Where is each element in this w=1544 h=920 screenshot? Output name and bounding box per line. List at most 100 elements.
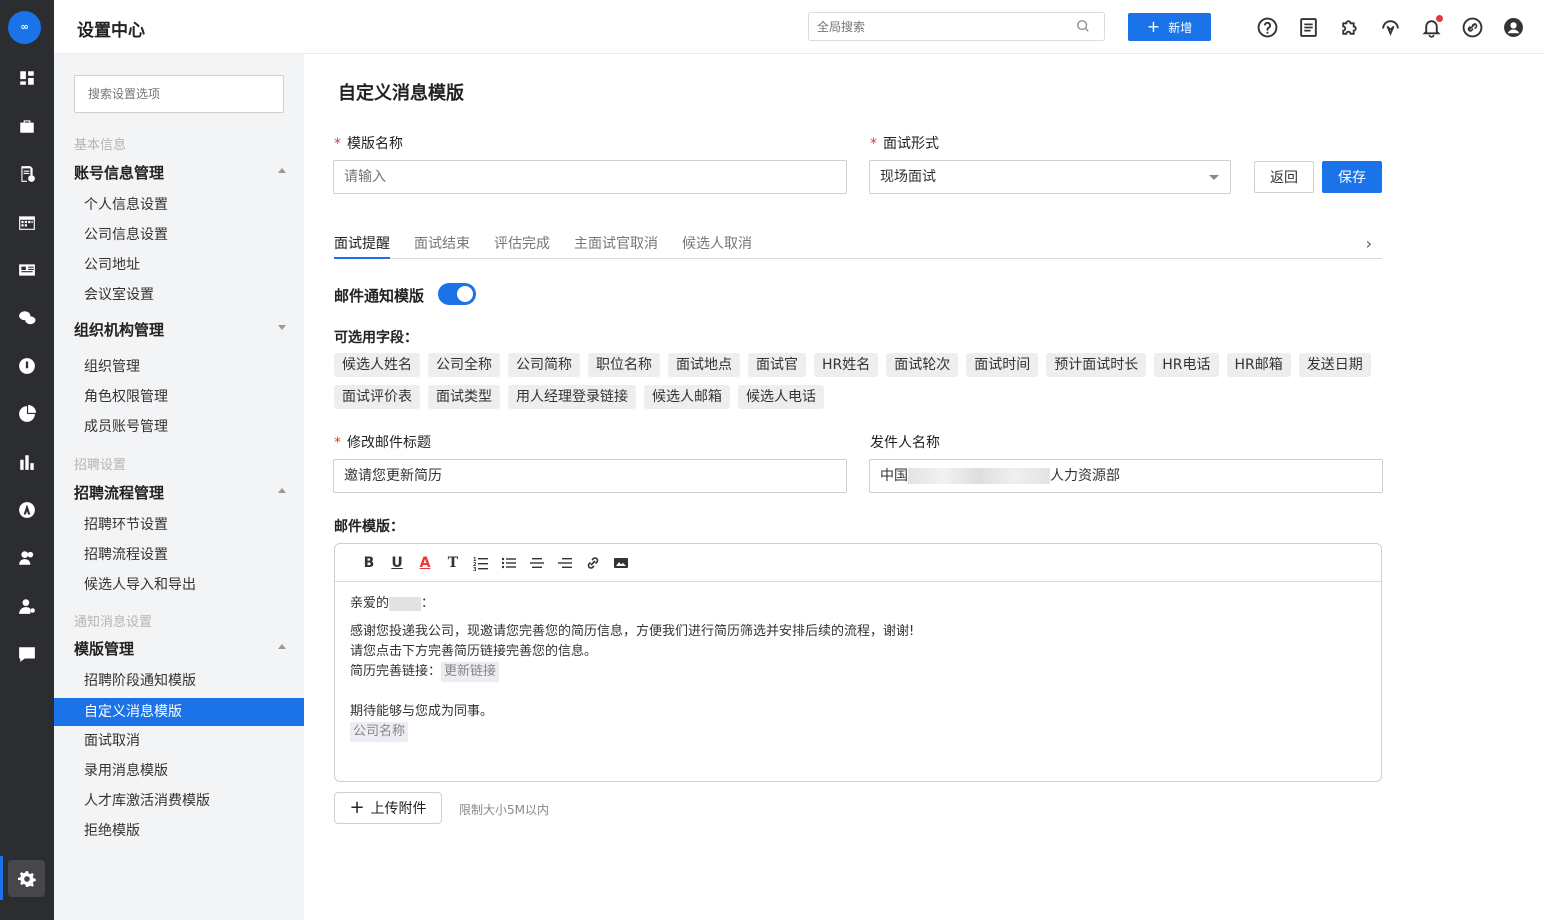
sender-input[interactable]: 中国 人力资源部 <box>869 459 1383 493</box>
global-search-input[interactable] <box>808 12 1105 41</box>
save-button[interactable]: 保存 <box>1322 161 1382 193</box>
app-logo-icon[interactable]: ∞ <box>8 11 41 44</box>
subject-input[interactable]: 邀请您更新简历 <box>333 459 847 493</box>
pie-chart-icon[interactable] <box>15 402 39 426</box>
email-company-line: 公司名称 <box>350 722 1366 742</box>
field-chip[interactable]: 面试类型 <box>428 385 500 409</box>
field-chip[interactable]: 用人经理登录链接 <box>508 385 636 409</box>
image-insert-icon[interactable] <box>613 555 629 571</box>
font-size-icon[interactable]: T <box>445 555 461 571</box>
sidebar-item-company-info[interactable]: 公司信息设置 <box>54 221 304 249</box>
field-chip[interactable]: 候选人姓名 <box>334 353 420 377</box>
editor-body[interactable]: 亲爱的 ： 感谢您投递我公司，现邀请您完善您的简历信息，方便我们进行简历筛选并安排… <box>335 582 1381 754</box>
tab-candidate-cancel[interactable]: 候选人取消 <box>682 233 752 253</box>
ordered-list-icon[interactable]: 123 <box>473 555 489 571</box>
active-indicator <box>0 856 3 900</box>
interview-type-label-text: 面试形式 <box>883 136 939 152</box>
wechat-icon[interactable] <box>15 306 39 330</box>
sidebar-item-reject-template[interactable]: 拒绝模版 <box>54 817 304 845</box>
field-chip[interactable]: HR姓名 <box>814 353 879 377</box>
sidebar-item-custom-message-template[interactable]: 自定义消息模版 <box>54 698 304 726</box>
settings-icon[interactable] <box>8 860 45 897</box>
people-icon[interactable] <box>15 546 39 570</box>
sidebar-item-offer-template[interactable]: 录用消息模版 <box>54 757 304 785</box>
align-right-icon[interactable] <box>557 555 573 571</box>
sidebar-item-interview-cancel[interactable]: 面试取消 <box>54 727 304 755</box>
company-name-tag[interactable]: 公司名称 <box>350 722 409 742</box>
tab-interview-reminder[interactable]: 面试提醒 <box>334 233 390 259</box>
puzzle-icon[interactable] <box>1337 15 1361 39</box>
tab-interview-end[interactable]: 面试结束 <box>414 233 470 253</box>
update-link-tag[interactable]: 更新链接 <box>441 662 500 682</box>
tab-evaluation-complete[interactable]: 评估完成 <box>494 233 550 253</box>
bold-icon[interactable]: B <box>361 555 377 571</box>
resume-icon[interactable] <box>15 162 39 186</box>
sidebar-item-org-manage[interactable]: 组织管理 <box>54 353 304 381</box>
field-chip[interactable]: 职位名称 <box>588 353 660 377</box>
link-icon[interactable] <box>1460 15 1484 39</box>
chevron-right-icon[interactable]: › <box>1366 234 1372 253</box>
chat-icon[interactable] <box>15 642 39 666</box>
section-org[interactable]: 组织机构管理 <box>74 319 286 340</box>
headset-icon[interactable] <box>1378 15 1402 39</box>
subject-label-text: 修改邮件标题 <box>347 435 431 451</box>
sidebar-item-stage-notify-template[interactable]: 招聘阶段通知模版 <box>54 667 304 695</box>
sidebar-item-member-account[interactable]: 成员账号管理 <box>54 413 304 441</box>
link-insert-icon[interactable] <box>585 555 601 571</box>
section-template[interactable]: 模版管理 <box>74 638 286 659</box>
field-chip[interactable]: 候选人电话 <box>738 385 824 409</box>
sidebar-item-talent-pool-template[interactable]: 人才库激活消费模版 <box>54 787 304 815</box>
field-chip[interactable]: 候选人邮箱 <box>644 385 730 409</box>
sidebar-item-role-permission[interactable]: 角色权限管理 <box>54 383 304 411</box>
interview-type-select[interactable]: 现场面试 <box>869 160 1231 194</box>
team-icon[interactable] <box>15 594 39 618</box>
field-chip[interactable]: HR电话 <box>1154 353 1219 377</box>
bell-icon[interactable] <box>1419 15 1443 39</box>
field-chip[interactable]: 面试轮次 <box>886 353 959 377</box>
required-mark: * <box>334 435 341 451</box>
add-new-button[interactable]: + 新增 <box>1128 13 1211 41</box>
settings-search-input[interactable] <box>74 75 284 113</box>
search-icon[interactable] <box>1076 19 1090 33</box>
talent-icon[interactable] <box>15 354 39 378</box>
section-process[interactable]: 招聘流程管理 <box>74 482 286 503</box>
field-chip[interactable]: HR邮箱 <box>1226 353 1291 377</box>
align-center-icon[interactable] <box>529 555 545 571</box>
calendar-icon[interactable] <box>15 210 39 234</box>
upload-attachment-button[interactable]: + 上传附件 <box>334 792 442 824</box>
field-chip[interactable]: 面试评价表 <box>334 385 420 409</box>
user-avatar-icon[interactable] <box>1501 15 1525 39</box>
text-color-icon[interactable]: A <box>417 555 433 571</box>
template-name-input[interactable] <box>333 160 847 194</box>
id-card-icon[interactable] <box>15 258 39 282</box>
sidebar-item-process-setting[interactable]: 招聘流程设置 <box>54 541 304 569</box>
underline-icon[interactable]: U <box>389 555 405 571</box>
field-chip[interactable]: 公司全称 <box>428 353 500 377</box>
document-icon[interactable] <box>1296 15 1320 39</box>
tab-interviewer-cancel[interactable]: 主面试官取消 <box>574 233 658 253</box>
dashboard-icon[interactable] <box>15 66 39 90</box>
sender-prefix: 中国 <box>880 468 908 484</box>
sidebar-item-candidate-import-export[interactable]: 候选人导入和导出 <box>54 571 304 599</box>
sidebar-item-stage-setting[interactable]: 招聘环节设置 <box>54 511 304 539</box>
email-notify-toggle[interactable] <box>438 283 476 305</box>
a-circle-icon[interactable] <box>15 498 39 522</box>
field-chip[interactable]: 面试地点 <box>668 353 740 377</box>
group-label-basic: 基本信息 <box>74 138 127 153</box>
briefcase-icon[interactable] <box>15 114 39 138</box>
section-account[interactable]: 账号信息管理 <box>74 162 286 183</box>
help-icon[interactable] <box>1255 15 1279 39</box>
bar-chart-icon[interactable] <box>15 450 39 474</box>
email-editor[interactable]: B U A T 123 亲爱的 ： 感谢您投递我公司，现邀请您完善您的简历信息，方… <box>334 543 1382 782</box>
back-button[interactable]: 返回 <box>1254 161 1314 193</box>
bullet-list-icon[interactable] <box>501 555 517 571</box>
sidebar-item-personal-info[interactable]: 个人信息设置 <box>54 191 304 219</box>
field-chip[interactable]: 面试官 <box>748 353 806 377</box>
field-chip[interactable]: 发送日期 <box>1298 353 1371 377</box>
field-chip[interactable]: 公司简称 <box>508 353 580 377</box>
field-chip[interactable]: 预计面试时长 <box>1046 353 1147 377</box>
sidebar-item-company-address[interactable]: 公司地址 <box>54 251 304 279</box>
email-closing: 期待能够与您成为同事。 <box>350 704 494 719</box>
field-chip[interactable]: 面试时间 <box>966 353 1039 377</box>
sidebar-item-meeting-room[interactable]: 会议室设置 <box>54 281 304 309</box>
